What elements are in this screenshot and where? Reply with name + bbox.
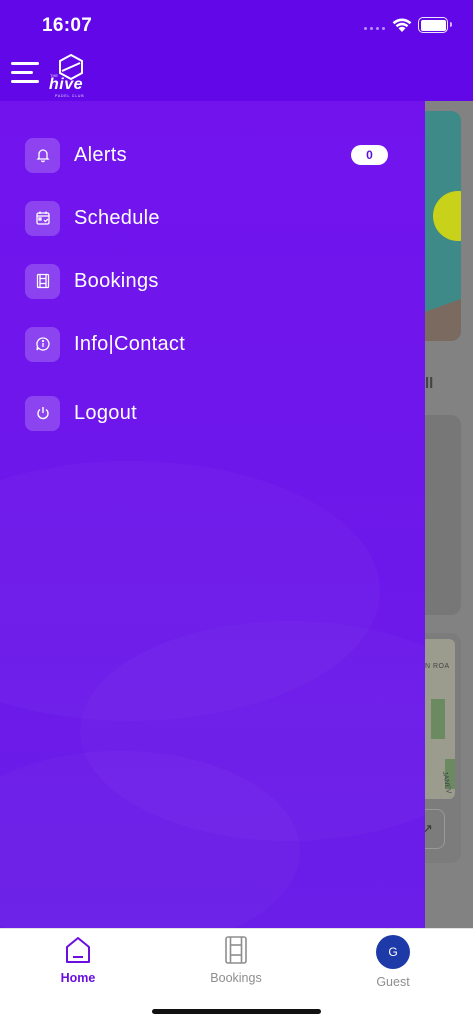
drawer-item-label: Logout bbox=[74, 401, 137, 424]
avatar: G bbox=[376, 935, 410, 969]
calendar-icon bbox=[25, 200, 60, 236]
content-card bbox=[425, 415, 461, 615]
bookings-icon bbox=[25, 263, 60, 299]
app-header: 16:07 THE hive PADEL CLUB bbox=[0, 0, 473, 101]
promo-card bbox=[425, 111, 461, 341]
tab-home-label: Home bbox=[60, 971, 96, 985]
bell-icon bbox=[25, 137, 60, 173]
alerts-count-badge: 0 bbox=[351, 145, 388, 165]
tab-guest[interactable]: G Guest bbox=[353, 935, 433, 995]
background-page-overlay[interactable]: ll N ROA JANEV ↗ bbox=[425, 101, 473, 928]
status-time: 16:07 bbox=[42, 15, 93, 36]
cellular-signal-icon bbox=[364, 27, 385, 30]
wifi-icon bbox=[392, 18, 412, 32]
drawer-item-schedule[interactable]: Schedule bbox=[25, 200, 405, 236]
map-street-label: N ROA bbox=[425, 663, 450, 670]
home-icon bbox=[66, 937, 90, 963]
logo-subtitle: PADEL CLUB bbox=[55, 94, 85, 98]
navigation-drawer: Alerts 0 Schedule Bookings Info|Contact … bbox=[0, 101, 425, 928]
logo-wordmark: hive bbox=[49, 76, 84, 93]
map-image: N ROA JANEV bbox=[425, 639, 455, 799]
tab-bookings[interactable]: Bookings bbox=[196, 935, 276, 995]
power-icon bbox=[25, 395, 60, 431]
drawer-item-info-contact[interactable]: Info|Contact bbox=[25, 326, 405, 362]
drawer-item-bookings[interactable]: Bookings bbox=[25, 263, 405, 299]
bookings-icon bbox=[225, 936, 247, 964]
drawer-item-label: Schedule bbox=[74, 206, 160, 229]
drawer-item-alerts[interactable]: Alerts bbox=[25, 137, 405, 173]
menu-toggle-button[interactable] bbox=[11, 62, 39, 84]
external-link-icon: ↗ bbox=[425, 821, 433, 836]
drawer-item-label: Alerts bbox=[74, 143, 127, 166]
drawer-item-label: Info|Contact bbox=[74, 332, 186, 355]
tennis-ball-image bbox=[433, 191, 461, 241]
tab-guest-label: Guest bbox=[376, 975, 410, 989]
tab-home[interactable]: Home bbox=[38, 935, 118, 995]
drawer-item-label: Bookings bbox=[74, 269, 159, 292]
map-card: N ROA JANEV ↗ bbox=[425, 633, 461, 863]
info-chat-icon bbox=[25, 326, 60, 362]
see-all-link: ll bbox=[425, 375, 434, 392]
tab-bookings-label: Bookings bbox=[210, 971, 262, 985]
drawer-item-logout[interactable]: Logout bbox=[25, 395, 405, 431]
battery-icon bbox=[418, 17, 452, 33]
home-indicator bbox=[152, 1009, 321, 1014]
court-image bbox=[425, 290, 461, 341]
